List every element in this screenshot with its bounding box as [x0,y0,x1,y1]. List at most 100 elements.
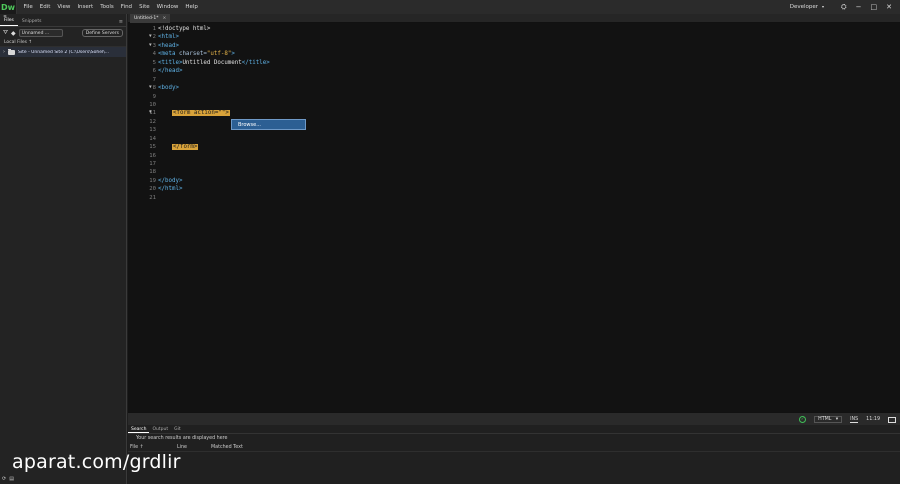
line-number: 1 [128,25,156,33]
filter-icon[interactable]: ⛛ [3,29,8,37]
panel-menu-icon[interactable]: ≡ [119,19,123,25]
insert-mode[interactable]: INS [850,417,859,423]
browse-popup[interactable]: Browse... [231,119,306,130]
menu-file[interactable]: File [20,0,36,14]
column-line[interactable]: Line [177,444,211,451]
line-number: 15 [128,143,156,151]
code-line[interactable] [158,194,270,202]
line-number: 21 [128,194,156,202]
code-line[interactable]: </html> [158,185,270,193]
menu-edit[interactable]: Edit [36,0,54,14]
code-line[interactable]: <head> [158,42,270,50]
tab-snippets[interactable]: Snippets [18,18,46,26]
code-line[interactable]: <meta charset="utf-8"> [158,50,270,58]
tab-files[interactable]: Files [0,17,18,26]
code-line[interactable] [158,168,270,176]
line-number: 2 ▼ [128,33,156,41]
code-area[interactable]: <!doctype html> <html> <head> <meta charset… [158,25,270,202]
code-line[interactable] [158,135,270,143]
code-line[interactable] [158,160,270,168]
chevron-right-icon[interactable]: › [3,49,5,55]
fold-arrow-icon[interactable]: ▼ [149,42,152,50]
code-token: <html> [158,34,179,41]
line-number-text: 5 [152,59,156,66]
code-editor[interactable]: 1 2 ▼ 3 ▼ 4 5 6 7 8 ▼ 9 10 11 ▼ 12 13 14 15 16 17 18 19 20 21 <!… [128,23,900,412]
document-tab[interactable]: Untitled-1* × [130,14,171,23]
line-gutter: 1 2 ▼ 3 ▼ 4 5 6 7 8 ▼ 9 10 11 ▼ 12 13 14 15 16 17 18 19 20 21 [128,25,156,202]
code-line[interactable]: <!doctype html> [158,25,270,33]
highlighted-token: <form action=""> [171,110,230,117]
site-tree-row[interactable]: › Site - Unnamed Site 2 (C:\Users\Sohel\… [0,47,126,57]
line-number: 6 [128,67,156,75]
line-number-text: 13 [149,127,156,134]
sync-settings-icon[interactable]: ⛭ [841,0,847,14]
fold-arrow-icon[interactable]: ▼ [149,109,152,117]
line-number-text: 6 [152,68,156,75]
line-number-text: 14 [149,135,156,142]
code-token: </html> [158,186,183,193]
line-number: 14 [128,135,156,143]
line-number-text: 17 [149,161,156,167]
define-servers-button[interactable]: Define Servers [81,29,123,37]
code-token: </title> [241,59,270,66]
maximize-button[interactable]: □ [871,0,878,14]
results-header: File ↑ Line Matched Text [128,444,900,452]
tab-output[interactable]: Output [149,425,171,433]
code-line[interactable] [158,152,270,160]
minimize-button[interactable]: − [856,0,862,14]
column-file[interactable]: File ↑ [130,444,177,451]
code-line[interactable]: </body> [158,177,270,185]
column-matched-text[interactable]: Matched Text [211,444,243,451]
code-token: <!doctype html> [158,26,211,32]
line-number-text: 4 [152,51,156,58]
menu-help[interactable]: Help [182,0,202,14]
local-files-header[interactable]: Local Files ↑ [0,39,126,47]
tab-git[interactable]: Git [171,425,184,433]
connect-icon[interactable]: ◆ [11,30,16,37]
sync-icon[interactable]: ⟳ [2,476,6,482]
check-icon[interactable]: ✓ [799,416,807,423]
menu-insert[interactable]: Insert [74,0,97,14]
close-icon[interactable]: × [163,14,167,23]
line-number: 12 [128,118,156,126]
log-icon[interactable]: ▤ [9,476,14,482]
code-line[interactable]: </form> [158,143,270,151]
code-line[interactable]: <html> [158,33,270,41]
menu-tools[interactable]: Tools [97,0,118,14]
line-number: 8 ▼ [128,84,156,92]
fold-arrow-icon[interactable]: ▼ [149,84,152,92]
code-token: Untitled Document [182,59,242,66]
highlighted-token: </form> [171,144,199,151]
line-number-text: 2 [152,34,156,41]
fold-arrow-icon[interactable]: ▼ [149,33,152,41]
code-token: </head> [158,68,183,75]
site-label: Site - Unnamed Site 2 (C:\Users\Sohel\..… [18,49,110,55]
menu-site[interactable]: Site [136,0,154,14]
code-line[interactable] [158,93,270,101]
folder-icon [8,48,15,55]
cursor-position: 11:19 [866,417,880,422]
preview-icon[interactable] [888,416,896,423]
close-button[interactable]: ✕ [886,0,892,14]
language-select[interactable]: HTML ▾ [814,416,843,423]
workspace-switcher[interactable]: Developer ▾ [790,4,824,10]
code-line[interactable]: </head> [158,67,270,75]
code-line[interactable]: <body> [158,84,270,92]
output-panel: Search Output Git Your search results ar… [128,425,900,484]
code-line[interactable]: <form action=""> [158,109,270,117]
line-number: 7 [128,76,156,84]
code-line[interactable] [158,76,270,84]
tab-search[interactable]: Search [128,425,150,433]
menu-view[interactable]: View [54,0,74,14]
code-line[interactable]: <title>Untitled Document</title> [158,59,270,67]
menu-bar: Dw File Edit View Insert Tools Find Site… [0,0,900,14]
menu-find[interactable]: Find [117,0,135,14]
line-number-text: 16 [149,152,156,159]
site-select[interactable]: Unnamed ... [18,29,63,37]
language-label: HTML [818,417,832,422]
code-line[interactable] [158,101,270,109]
code-token: <body> [158,85,179,92]
workspace-label: Developer [789,4,818,10]
menu-window[interactable]: Window [153,0,182,14]
